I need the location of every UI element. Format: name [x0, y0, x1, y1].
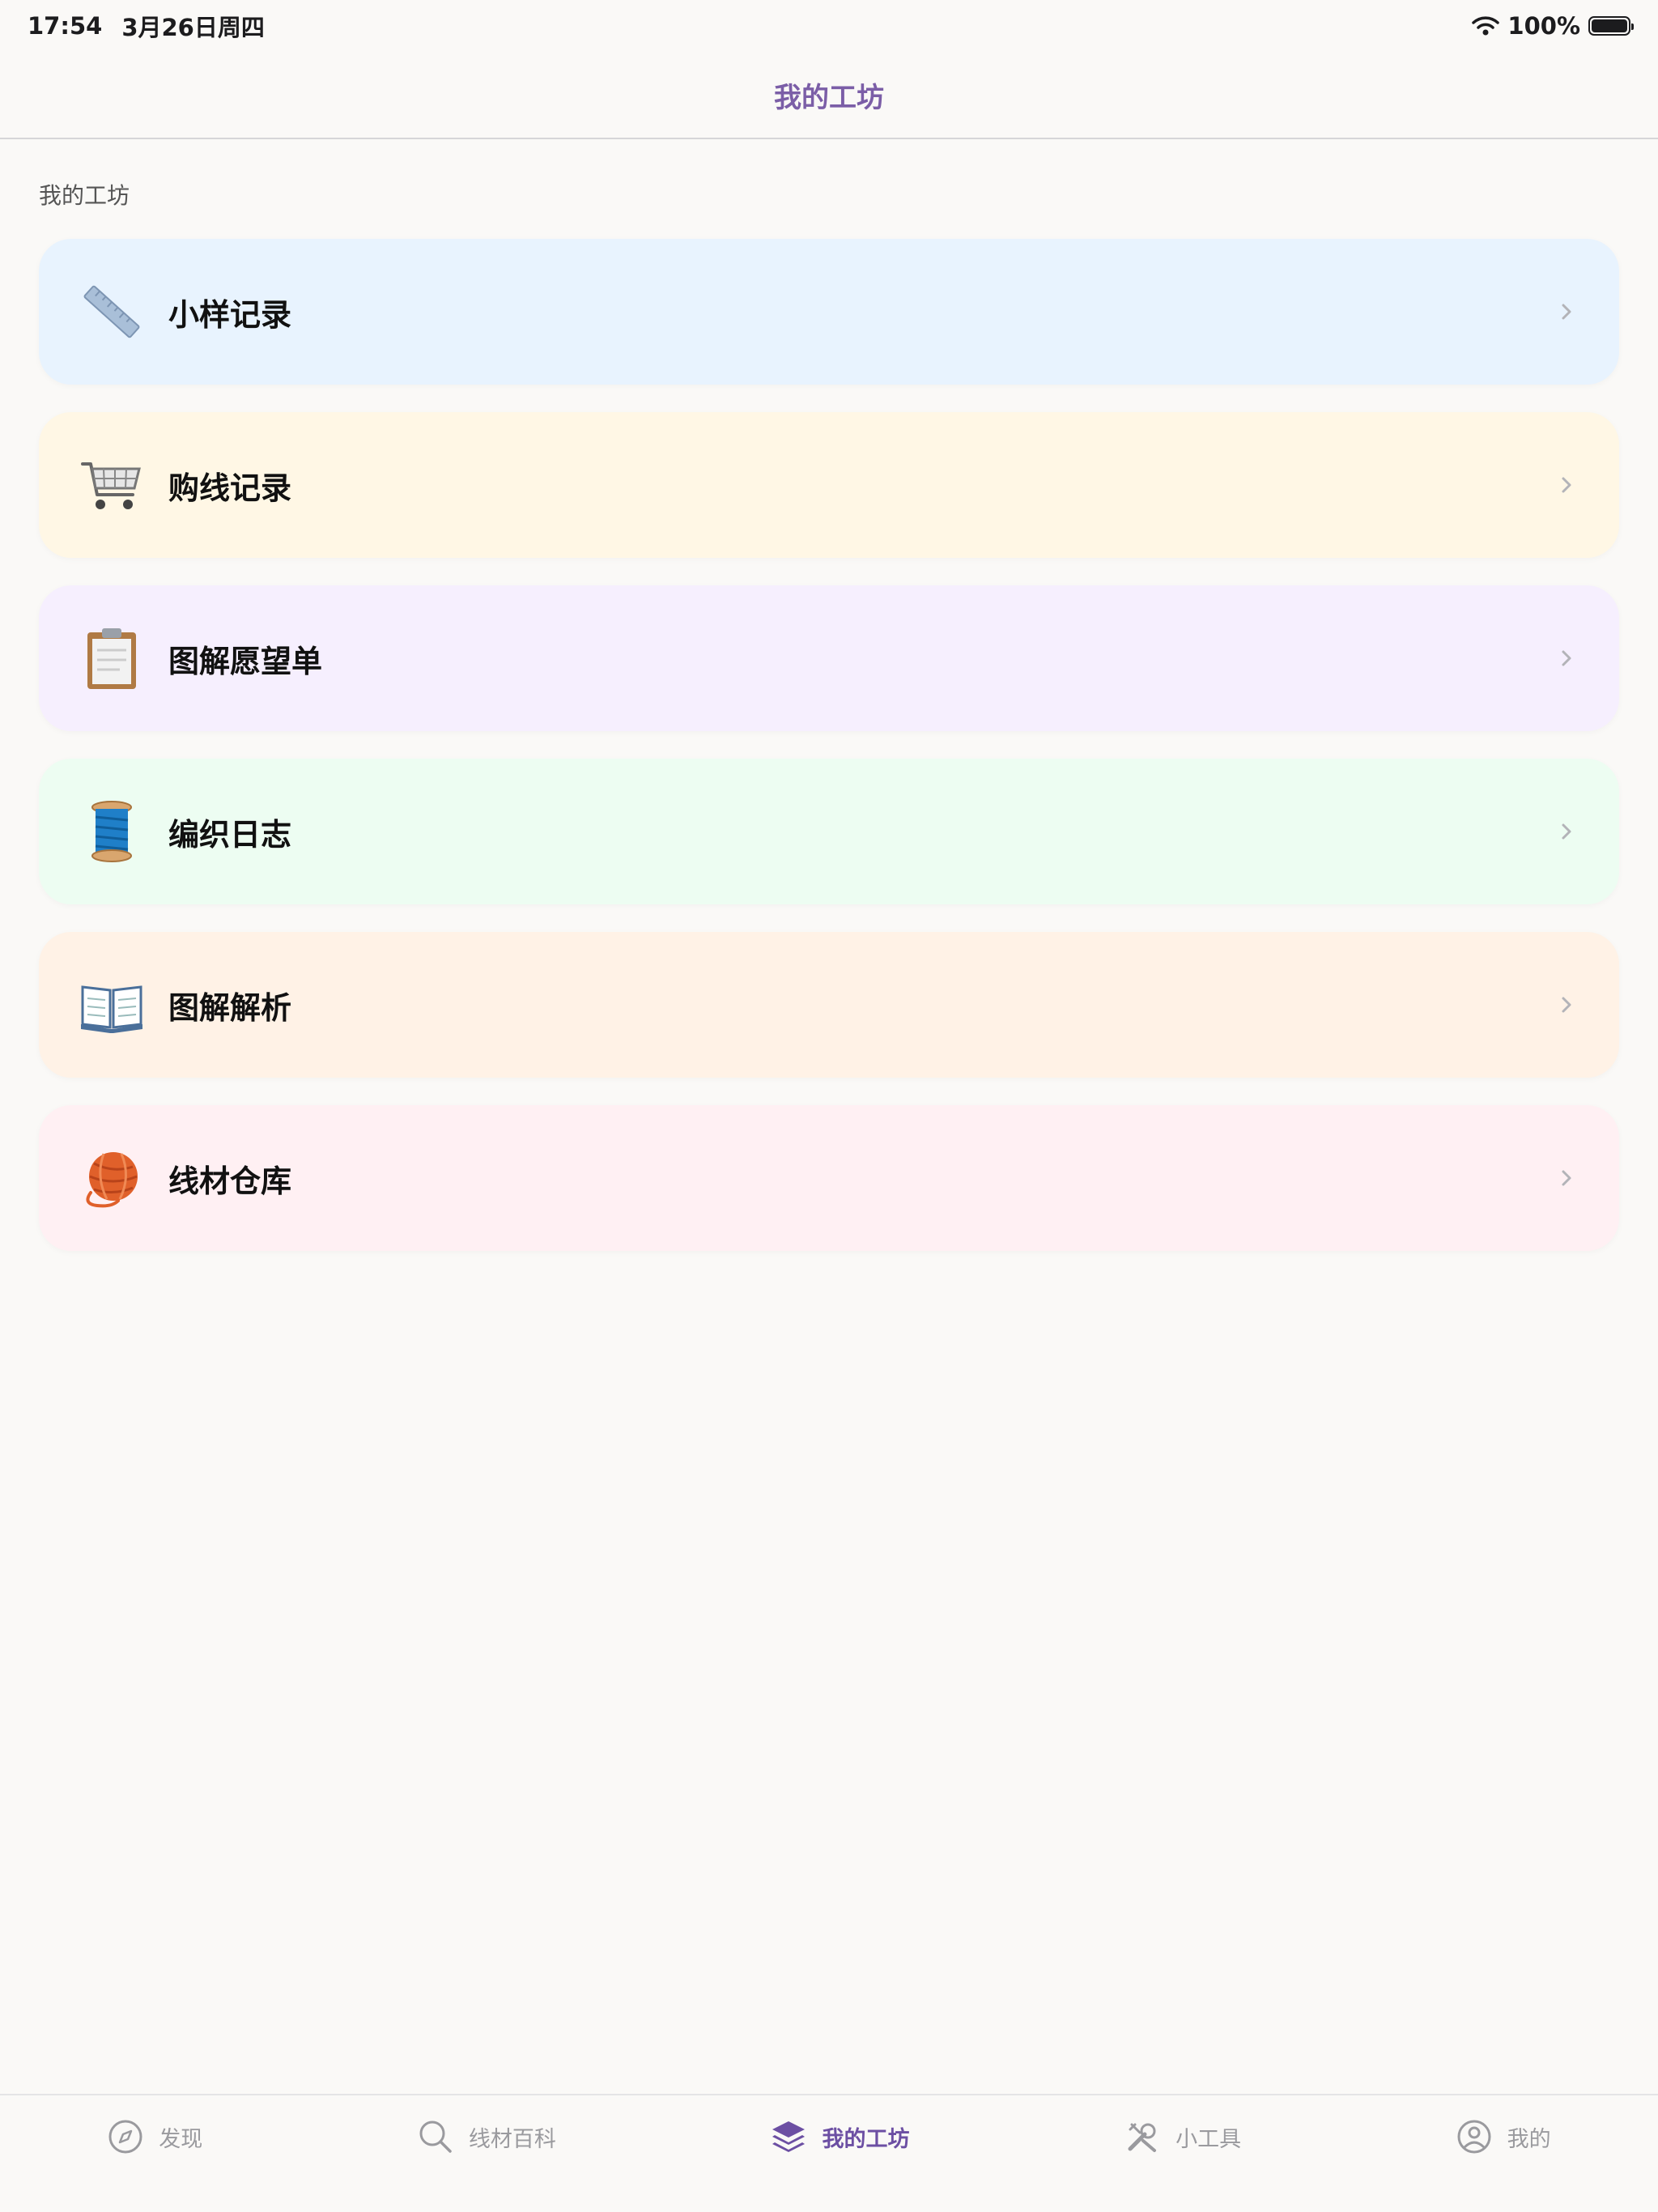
- tab-label: 线材百科: [468, 2126, 556, 2152]
- menu-item-label: 购线记录: [168, 470, 292, 506]
- battery-icon: [1588, 16, 1634, 36]
- status-bar: 17:54 3月26日周四 100%: [0, 0, 1658, 52]
- chevron-right-icon: [1562, 650, 1571, 666]
- menu-item-label: 编织日志: [168, 816, 292, 853]
- shopping-cart-icon: [79, 453, 144, 517]
- battery-percent: 100%: [1507, 12, 1580, 40]
- menu-item-swatch-records[interactable]: 小样记录: [39, 239, 1619, 385]
- section-label: 我的工坊: [39, 182, 130, 209]
- tab-bar: 发现 线材百科 我的工坊 小工具 我的: [0, 2094, 1658, 2212]
- tab-label: 发现: [159, 2126, 203, 2152]
- chevron-right-icon: [1562, 1170, 1571, 1186]
- tab-discover[interactable]: 发现: [107, 2118, 202, 2155]
- menu-item-label: 小样记录: [168, 296, 292, 333]
- tab-my-workshop[interactable]: 我的工坊: [770, 2118, 909, 2155]
- open-book-icon: [79, 972, 144, 1037]
- tab-tools[interactable]: 小工具: [1124, 2118, 1241, 2155]
- page-title: 我的工坊: [774, 81, 884, 114]
- wifi-icon: [1472, 16, 1500, 36]
- navigation-bar: 我的工坊: [0, 52, 1658, 139]
- search-icon: [419, 2121, 452, 2153]
- tab-label: 我的工坊: [822, 2126, 910, 2152]
- status-date: 3月26日周四: [121, 14, 265, 41]
- status-time: 17:54: [28, 12, 103, 40]
- tools-icon: [1128, 2123, 1157, 2152]
- menu-item-label: 图解解析: [168, 989, 292, 1026]
- tab-label: 小工具: [1175, 2126, 1242, 2152]
- yarn-ball-icon: [79, 1146, 144, 1210]
- chevron-right-icon: [1562, 823, 1571, 840]
- compass-icon: [108, 2120, 142, 2154]
- menu-item-yarn-purchases[interactable]: 购线记录: [39, 412, 1619, 558]
- workshop-list: 小样记录 购线记录 图解愿望单 编织日志 图解解析 线材仓库: [39, 239, 1619, 1251]
- ruler-icon: [79, 279, 144, 344]
- clipboard-icon: [79, 626, 144, 691]
- chevron-right-icon: [1562, 304, 1571, 320]
- menu-item-knitting-journal[interactable]: 编织日志: [39, 759, 1619, 904]
- tab-label: 我的: [1507, 2126, 1551, 2152]
- menu-item-label: 图解愿望单: [168, 643, 323, 679]
- menu-item-yarn-stash[interactable]: 线材仓库: [39, 1105, 1619, 1251]
- layers-icon: [772, 2121, 806, 2152]
- tab-yarn-encyclopedia[interactable]: 线材百科: [417, 2118, 556, 2155]
- menu-item-label: 线材仓库: [168, 1163, 292, 1199]
- menu-item-pattern-analysis[interactable]: 图解解析: [39, 932, 1619, 1078]
- profile-icon: [1457, 2120, 1491, 2154]
- menu-item-pattern-wishlist[interactable]: 图解愿望单: [39, 585, 1619, 731]
- chevron-right-icon: [1562, 477, 1571, 493]
- chevron-right-icon: [1562, 997, 1571, 1013]
- tab-profile[interactable]: 我的: [1456, 2118, 1551, 2155]
- thread-spool-icon: [79, 799, 144, 864]
